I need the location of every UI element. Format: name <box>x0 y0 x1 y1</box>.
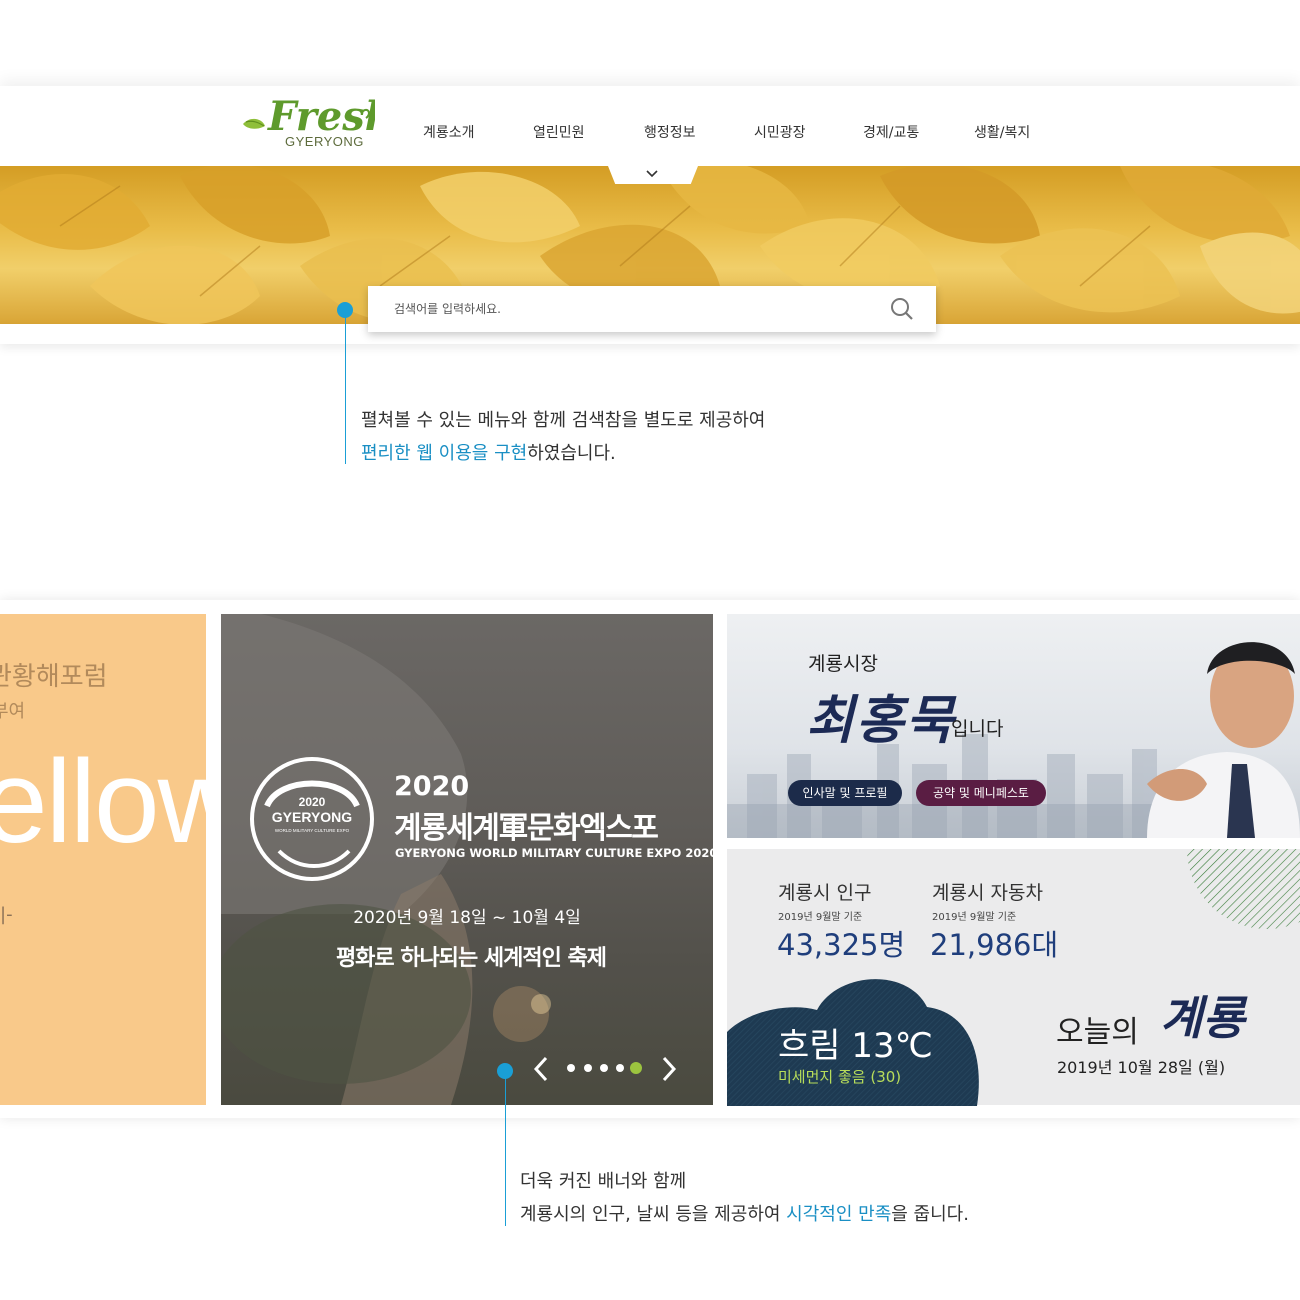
search-box <box>368 286 936 332</box>
weather-status: 흐림 13℃ <box>778 1026 933 1066</box>
expo-year: 2020 <box>394 771 470 802</box>
site-logo[interactable]: Fresh GYERYONG <box>240 86 375 156</box>
population-value: 43,325명 <box>777 928 906 962</box>
expo-title: 계룡세계軍문화엑스포 <box>394 811 659 846</box>
cars-label: 계룡시 자동차 <box>932 882 1043 904</box>
expo-date: 2020년 9월 18일 ~ 10월 4일 <box>353 908 581 928</box>
mayor-suffix: 입니다 <box>951 718 1004 740</box>
slide-dot[interactable] <box>567 1064 575 1072</box>
yellow-banner-big-text: ellow <box>0 736 241 868</box>
chevron-right-icon[interactable] <box>660 1055 678 1083</box>
expo-slogan: 평화로 하나되는 세계적인 축제 <box>335 946 607 971</box>
main-navigation: 계룡소개 열린민원 행정정보 시민광장 경제/교통 생활/복지 <box>0 122 1300 142</box>
profile-button[interactable]: 인사말 및 프로필 <box>788 780 902 806</box>
today-label: 오늘의 <box>1056 1015 1139 1050</box>
expo-emblem-logo: 2020 GYERYONG WORLD MILITARY CULTURE EXP… <box>250 757 374 881</box>
emblem-name: GYERYONG <box>272 809 352 825</box>
today-date: 2019년 10월 28일 (월) <box>1057 1058 1226 1077</box>
cars-note: 2019년 9월말 기준 <box>932 912 1017 923</box>
callout-2-line-2: 계룡시의 인구, 날씨 등을 제공하여 시각적인 만족을 줍니다. <box>520 1198 969 1231</box>
manifesto-button[interactable]: 공약 및 메니페스토 <box>916 780 1046 806</box>
today-brand: 계룡 <box>1160 991 1245 1045</box>
slide-dot-active[interactable] <box>630 1062 642 1074</box>
search-icon[interactable] <box>890 297 914 321</box>
nav-item-welfare[interactable]: 생활/복지 <box>974 122 1030 142</box>
yellow-banner-subtitle: 부여 <box>0 701 26 722</box>
expo-title-en: GYERYONG WORLD MILITARY CULTURE EXPO 202… <box>395 846 718 860</box>
cars-value: 21,986대 <box>930 928 1059 962</box>
nav-item-intro[interactable]: 계룡소개 <box>423 122 475 142</box>
nav-item-economy[interactable]: 경제/교통 <box>863 122 919 142</box>
nav-item-admin[interactable]: 행정정보 <box>644 122 696 142</box>
chevron-left-icon[interactable] <box>532 1055 550 1083</box>
slide-dot[interactable] <box>600 1064 608 1072</box>
search-input[interactable] <box>394 300 864 318</box>
yellow-banner-dash: |- <box>0 904 13 925</box>
nav-item-citizen[interactable]: 시민광장 <box>754 122 806 142</box>
nav-item-civil[interactable]: 열린민원 <box>533 122 585 142</box>
fine-dust-status: 미세먼지 좋음 (30) <box>778 1068 902 1086</box>
callout-line <box>505 1071 506 1226</box>
callout-1-highlight: 편리한 웹 이용을 구현 <box>361 443 528 464</box>
slide-dot[interactable] <box>584 1064 592 1072</box>
emblem-small: WORLD MILITARY CULTURE EXPO <box>275 828 350 833</box>
callout-2-post: 을 줍니다. <box>891 1204 969 1225</box>
callout-text-2: 더욱 커진 배너와 함께 계룡시의 인구, 날씨 등을 제공하여 시각적인 만족… <box>520 1165 969 1231</box>
callout-1-rest: 하였습니다. <box>527 443 616 464</box>
mayor-portrait <box>1147 642 1300 838</box>
chevron-down-icon[interactable] <box>645 167 659 181</box>
yellow-banner-title: 관황해포럼 <box>0 662 108 692</box>
population-note: 2019년 9월말 기준 <box>778 912 863 923</box>
callout-2-highlight: 시각적인 만족 <box>786 1204 892 1225</box>
callout-text-1: 펼쳐볼 수 있는 메뉴와 함께 검색참을 별도로 제공하여 편리한 웹 이용을 … <box>361 404 765 470</box>
callout-1-line-2: 편리한 웹 이용을 구현하였습니다. <box>361 437 765 470</box>
emblem-year: 2020 <box>299 795 326 809</box>
slide-dot[interactable] <box>616 1064 624 1072</box>
callout-1-line-1: 펼쳐볼 수 있는 메뉴와 함께 검색참을 별도로 제공하여 <box>361 410 766 431</box>
mayor-label: 계룡시장 <box>808 653 878 675</box>
callout-line <box>345 310 346 464</box>
population-label: 계룡시 인구 <box>778 882 872 904</box>
mayor-name: 최홍묵 <box>806 690 956 751</box>
callout-2-pre: 계룡시의 인구, 날씨 등을 제공하여 <box>520 1204 787 1225</box>
callout-2-line-1: 더욱 커진 배너와 함께 <box>520 1171 687 1192</box>
